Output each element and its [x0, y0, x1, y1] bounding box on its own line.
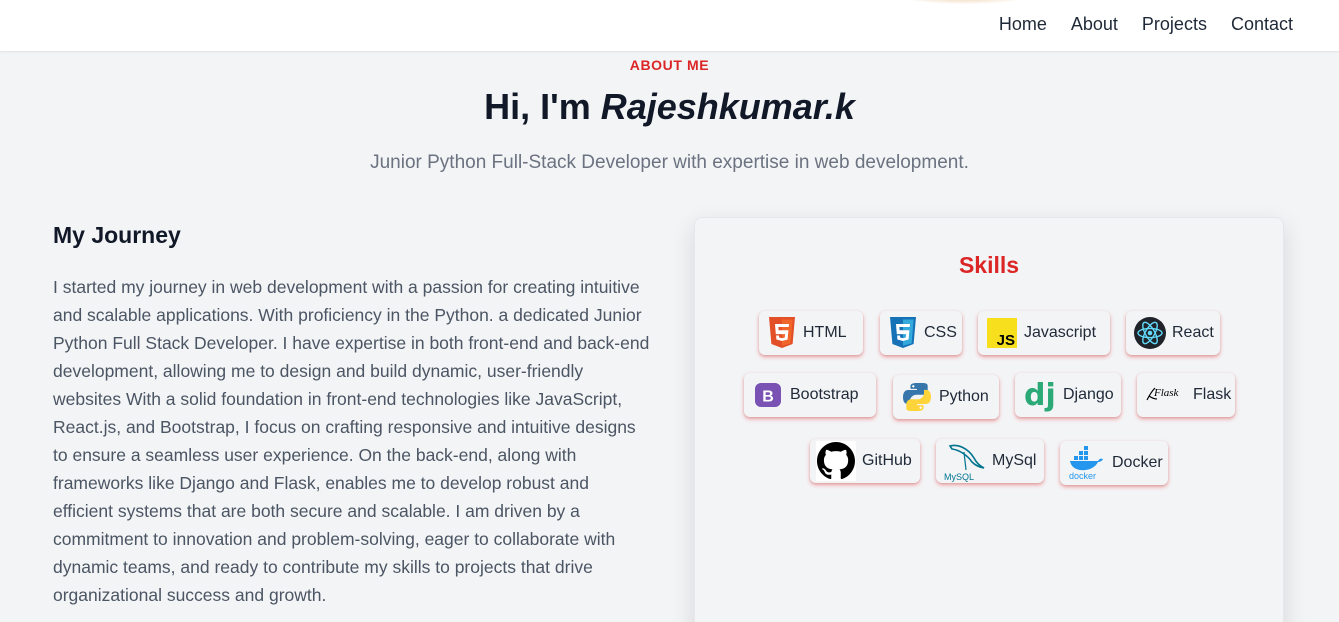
title-name: Rajeshkumar.k [600, 86, 855, 127]
nav-glow-decoration [900, 0, 1030, 4]
skills-title: Skills [958, 252, 1020, 278]
page-subtitle: Junior Python Full-Stack Developer with … [370, 152, 969, 173]
flask-icon: Flask [1145, 384, 1187, 406]
title-prefix: Hi, I'm [484, 86, 601, 127]
section-eyebrow: ABOUT ME [629, 57, 710, 73]
skills-card: Skills HTML CSS JS Javascript React B Bo… [694, 217, 1284, 622]
nav-links: Home About Projects Contact [999, 12, 1293, 36]
mysql-icon: MySQL [944, 440, 986, 482]
skill-label-docker: Docker [1112, 454, 1163, 471]
skill-mysql[interactable]: MySQL MySql [936, 439, 1044, 483]
skill-label-github: GitHub [862, 452, 912, 469]
javascript-icon: JS [986, 317, 1018, 349]
javascript-icon-text: JS [997, 332, 1015, 349]
skill-javascript[interactable]: JS Javascript [978, 311, 1110, 355]
skill-label-css: CSS [924, 324, 957, 341]
nav-link-projects[interactable]: Projects [1142, 12, 1207, 36]
docker-icon: docker [1068, 446, 1106, 480]
page-title: Hi, I'm Rajeshkumar.k [0, 84, 1339, 130]
skill-python[interactable]: Python [893, 375, 999, 419]
skill-react[interactable]: React [1126, 311, 1220, 355]
flask-icon-text: Flask [1153, 387, 1180, 399]
skill-label-javascript: Javascript [1024, 324, 1097, 341]
skill-css[interactable]: CSS [880, 311, 962, 355]
skill-label-react: React [1172, 324, 1214, 341]
navbar: Home About Projects Contact [0, 0, 1339, 52]
skill-bootstrap[interactable]: B Bootstrap [744, 373, 876, 417]
python-icon [901, 381, 933, 413]
bootstrap-icon-text: B [762, 389, 774, 406]
skill-label-django: Django [1063, 386, 1114, 403]
react-icon [1134, 317, 1166, 349]
github-icon [816, 441, 856, 481]
journey-text: I started my journey in web development … [53, 277, 650, 605]
skill-html[interactable]: HTML [759, 311, 863, 355]
css3-icon [888, 316, 918, 350]
skill-django[interactable]: dj Django [1015, 373, 1121, 417]
django-icon: dj [1023, 375, 1057, 415]
mysql-icon-text: MySQL [944, 472, 974, 482]
skill-label-flask: Flask [1193, 386, 1232, 403]
skill-label-html: HTML [803, 324, 847, 341]
skill-label-bootstrap: Bootstrap [790, 386, 859, 403]
django-icon-text: dj [1024, 378, 1056, 413]
skill-label-python: Python [939, 388, 989, 405]
skill-label-mysql: MySql [992, 452, 1037, 469]
nav-link-home[interactable]: Home [999, 12, 1047, 36]
docker-icon-text: docker [1069, 471, 1096, 480]
journey-title: My Journey [53, 222, 181, 248]
skill-github[interactable]: GitHub [810, 439, 920, 483]
bootstrap-icon: B [752, 379, 784, 411]
html5-icon [767, 316, 797, 350]
nav-link-contact[interactable]: Contact [1231, 12, 1293, 36]
skill-docker[interactable]: docker Docker [1060, 441, 1168, 485]
skill-flask[interactable]: Flask Flask [1137, 373, 1235, 417]
nav-link-about[interactable]: About [1071, 12, 1118, 36]
